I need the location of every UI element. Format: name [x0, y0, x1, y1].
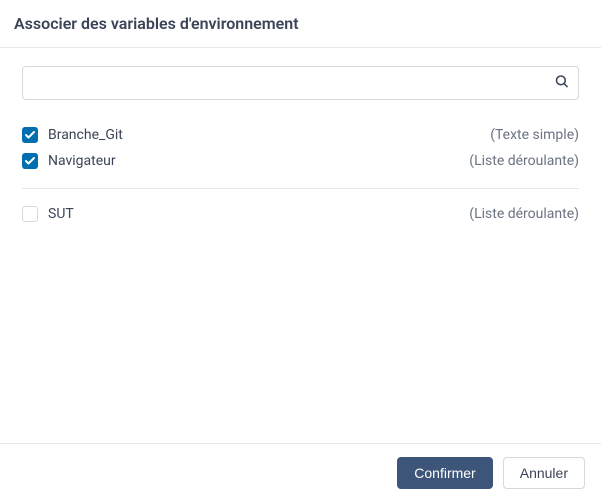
search-container: [22, 66, 579, 100]
confirm-button[interactable]: Confirmer: [397, 457, 492, 489]
cancel-button[interactable]: Annuler: [503, 457, 585, 489]
variable-row[interactable]: SUT (Liste déroulante): [22, 201, 579, 227]
search-input[interactable]: [22, 66, 579, 100]
checkbox-unchecked[interactable]: [22, 206, 38, 222]
variable-type: (Liste déroulante): [469, 153, 579, 169]
variable-row[interactable]: Navigateur (Liste déroulante): [22, 148, 579, 174]
dialog-content: Branche_Git (Texte simple) Navigateur (L…: [0, 48, 601, 443]
dialog-header: Associer des variables d'environnement: [0, 0, 601, 48]
checkbox-checked[interactable]: [22, 127, 38, 143]
variable-label: Branche_Git: [48, 127, 490, 143]
variable-label: Navigateur: [48, 153, 469, 169]
variable-label: SUT: [48, 206, 469, 222]
checkbox-checked[interactable]: [22, 153, 38, 169]
dialog-footer: Confirmer Annuler: [0, 443, 601, 502]
dialog-title: Associer des variables d'environnement: [14, 14, 583, 33]
group-divider: [22, 188, 579, 189]
variable-type: (Texte simple): [490, 127, 579, 143]
variable-row[interactable]: Branche_Git (Texte simple): [22, 122, 579, 148]
variable-type: (Liste déroulante): [469, 206, 579, 222]
